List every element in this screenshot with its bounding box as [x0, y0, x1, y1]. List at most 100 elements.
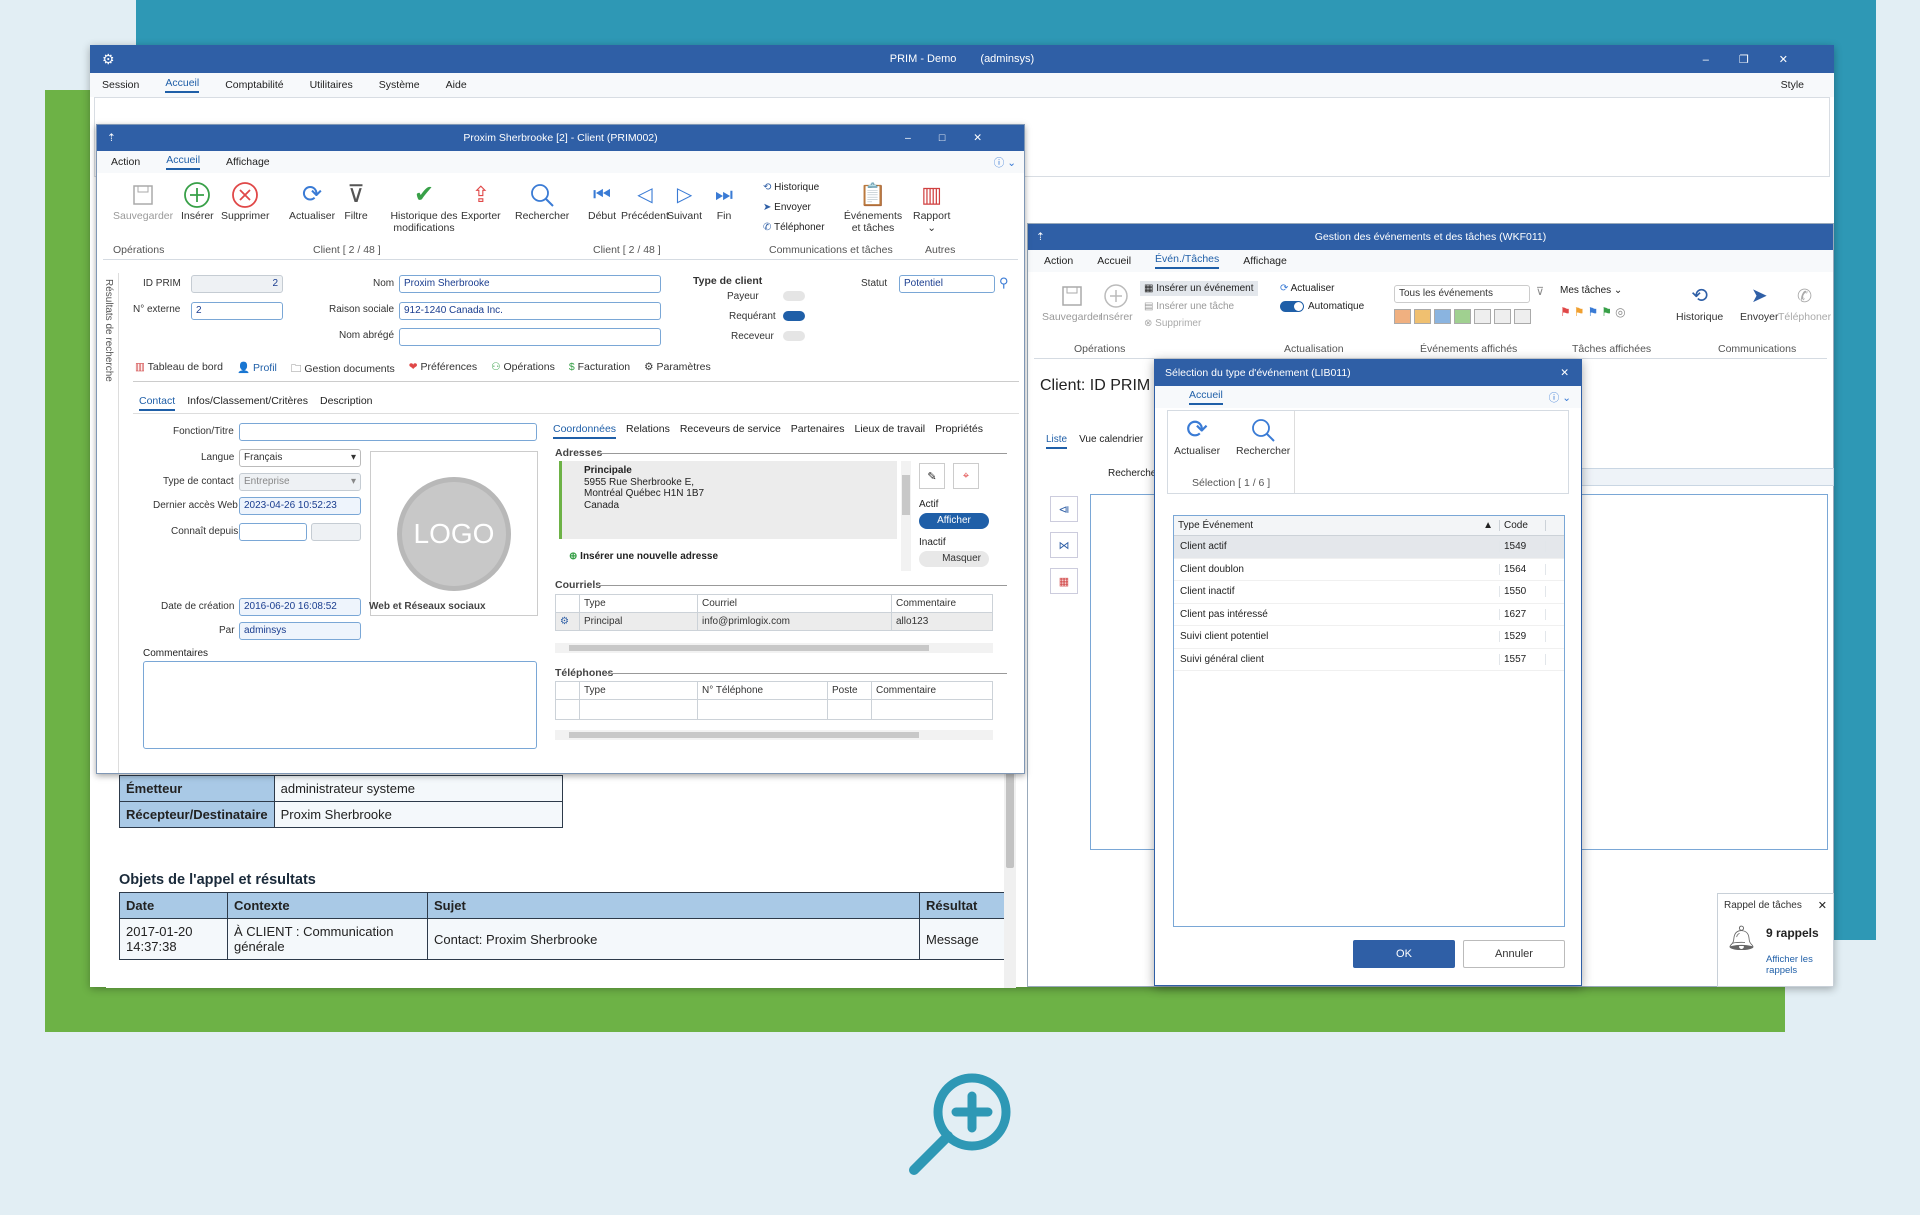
subnav-parametres[interactable]: ⚙ Paramètres: [644, 361, 711, 379]
envoyer-button[interactable]: ➤ Envoyer: [763, 202, 811, 213]
statut-search-icon[interactable]: ⚲: [999, 275, 1009, 291]
dialog-search-button[interactable]: Rechercher: [1236, 415, 1290, 457]
close-icon[interactable]: ✕: [1818, 899, 1827, 912]
langue-select[interactable]: Français ▾: [239, 449, 361, 467]
style-dropdown[interactable]: Style: [1781, 79, 1804, 91]
close-icon[interactable]: ✕: [1779, 54, 1818, 66]
event-filter-select[interactable]: Tous les événements: [1394, 285, 1530, 303]
list-item[interactable]: Client pas intéressé 1627: [1174, 604, 1564, 626]
insert-task-button[interactable]: ▤ Insérer une tâche: [1144, 301, 1234, 312]
tab-partenaires[interactable]: Partenaires: [791, 423, 845, 439]
events-tasks-button[interactable]: 📋 Événements et tâches: [843, 180, 903, 234]
menu-systeme[interactable]: Système: [379, 79, 420, 91]
zoom-in-icon[interactable]: [902, 1068, 1022, 1178]
events-history-button[interactable]: ⟲ Historique: [1676, 281, 1723, 324]
mes-taches-dropdown[interactable]: Mes tâches ⌄: [1560, 285, 1622, 296]
tab-affichage[interactable]: Affichage: [226, 156, 270, 168]
type-contact-select[interactable]: Entreprise ▾: [239, 473, 361, 491]
search-results-sidebar[interactable]: Résultats de recherche: [103, 273, 119, 773]
subnav-profil[interactable]: 👤 Profil: [237, 361, 277, 379]
col-code-header[interactable]: Code: [1500, 520, 1546, 531]
dialog-refresh-button[interactable]: ⟳ Actualiser: [1174, 414, 1220, 457]
first-button[interactable]: ⏮ Début: [587, 180, 617, 223]
maximize-icon[interactable]: ❐: [1739, 54, 1779, 66]
insert-event-button[interactable]: ▦ Insérer un événement: [1140, 281, 1258, 296]
calendar-icon[interactable]: ▦: [1050, 568, 1078, 594]
delete-button[interactable]: Supprimer: [221, 180, 269, 222]
table-row[interactable]: ⚙ Principal info@primlogix.com allo123: [555, 612, 993, 631]
menu-comptabilite[interactable]: Comptabilité: [225, 79, 283, 91]
map-pin-icon[interactable]: ⌖: [953, 463, 979, 489]
payeur-toggle[interactable]: [783, 291, 805, 301]
edit-address-icon[interactable]: ✎: [919, 463, 945, 489]
subnav-dashboard[interactable]: ▥ Tableau de bord: [135, 361, 223, 379]
reminder-link[interactable]: Afficher les rappels: [1766, 954, 1826, 977]
refresh-button[interactable]: ⟳ Actualiser: [289, 180, 335, 222]
telephoner-button[interactable]: ✆ Téléphoner: [763, 222, 825, 233]
phones-scrollbar[interactable]: [555, 730, 993, 740]
menu-session[interactable]: Session: [102, 79, 139, 91]
nom-field[interactable]: Proxim Sherbrooke: [399, 275, 661, 293]
subtab-contact[interactable]: Contact: [139, 395, 176, 411]
address-scrollbar[interactable]: [901, 461, 911, 571]
tab-affichage[interactable]: Affichage: [1243, 255, 1287, 267]
previous-button[interactable]: ◁ Précédent: [621, 180, 669, 223]
list-item[interactable]: Suivi général client 1557: [1174, 649, 1564, 671]
insert-button[interactable]: Insérer: [181, 180, 214, 222]
report-scrollbar[interactable]: [1004, 760, 1016, 988]
tab-receveurs[interactable]: Receveurs de service: [680, 423, 781, 439]
auto-toggle[interactable]: Automatique: [1280, 301, 1364, 312]
external-field[interactable]: 2: [191, 302, 283, 320]
list-item[interactable]: Client doublon 1564: [1174, 559, 1564, 581]
menu-utilitaires[interactable]: Utilitaires: [310, 79, 353, 91]
save-button[interactable]: Sauvegarder: [113, 180, 173, 222]
connait-field-2[interactable]: [311, 523, 361, 541]
table-row[interactable]: 2017-01-20 14:37:38 À CLIENT : Communicat…: [119, 918, 1010, 960]
subnav-preferences[interactable]: ❤ Préférences: [409, 361, 477, 379]
search-button[interactable]: Rechercher: [515, 180, 569, 222]
next-button[interactable]: ▷ Suivant: [667, 180, 702, 223]
tab-accueil[interactable]: Accueil: [1097, 255, 1131, 267]
subtab-infos[interactable]: Infos/Classement/Critères: [187, 395, 308, 411]
list-item[interactable]: Client actif 1549: [1174, 536, 1564, 559]
tab-coordonnees[interactable]: Coordonnées: [553, 423, 617, 439]
close-icon[interactable]: ✕: [973, 132, 1010, 144]
historique-button[interactable]: ⟲ Historique: [763, 182, 819, 193]
subtab-description[interactable]: Description: [320, 395, 373, 411]
statut-field[interactable]: Potentiel: [899, 275, 995, 293]
events-insert-button[interactable]: Insérer: [1100, 281, 1133, 323]
events-send-button[interactable]: ➤ Envoyer: [1740, 281, 1779, 324]
list-item[interactable]: Client inactif 1550: [1174, 581, 1564, 604]
tab-action[interactable]: Action: [1044, 255, 1073, 267]
events-delete-button[interactable]: ⊗ Supprimer: [1144, 318, 1201, 329]
export-button[interactable]: ⇪ Exporter: [461, 180, 501, 222]
tab-vue-calendrier[interactable]: Vue calendrier: [1079, 434, 1143, 449]
fonction-field[interactable]: [239, 423, 537, 441]
history-mod-button[interactable]: ✔ Historique des modifications: [389, 180, 459, 234]
tab-even-taches[interactable]: Évén./Tâches: [1155, 253, 1220, 269]
settings-icon[interactable]: ⚙: [560, 616, 569, 627]
tab-action[interactable]: Action: [111, 156, 140, 168]
report-button[interactable]: ▥ Rapport ⌄: [913, 180, 950, 234]
filter-button[interactable]: ⊽ Filtre: [341, 180, 371, 222]
help-icon[interactable]: ⓘ ⌄: [1549, 390, 1571, 405]
requerant-toggle[interactable]: [783, 311, 805, 321]
emails-scrollbar[interactable]: [555, 643, 993, 653]
menu-aide[interactable]: Aide: [446, 79, 467, 91]
maximize-icon[interactable]: □: [939, 132, 973, 144]
subnav-documents[interactable]: 🗀 Gestion documents: [291, 361, 395, 379]
tab-proprietes[interactable]: Propriétés: [935, 423, 983, 439]
help-icon[interactable]: ⓘ ⌄: [994, 155, 1016, 170]
events-phone-button[interactable]: ✆ Téléphoner: [1778, 281, 1831, 323]
menu-accueil[interactable]: Accueil: [165, 77, 200, 93]
events-save-button[interactable]: Sauvegarder: [1042, 281, 1102, 323]
col-type-header[interactable]: Type Événement ▲: [1174, 520, 1500, 531]
subnav-facturation[interactable]: $ Facturation: [569, 361, 630, 379]
close-icon[interactable]: ✕: [1560, 367, 1569, 379]
dialog-tab-accueil[interactable]: Accueil: [1189, 389, 1223, 405]
afficher-toggle[interactable]: Afficher: [919, 513, 989, 529]
ok-button[interactable]: OK: [1353, 940, 1455, 968]
list-item[interactable]: Suivi client potentiel 1529: [1174, 626, 1564, 649]
masquer-toggle[interactable]: Masquer: [919, 551, 989, 567]
subnav-operations[interactable]: ⚇ Opérations: [491, 361, 555, 379]
